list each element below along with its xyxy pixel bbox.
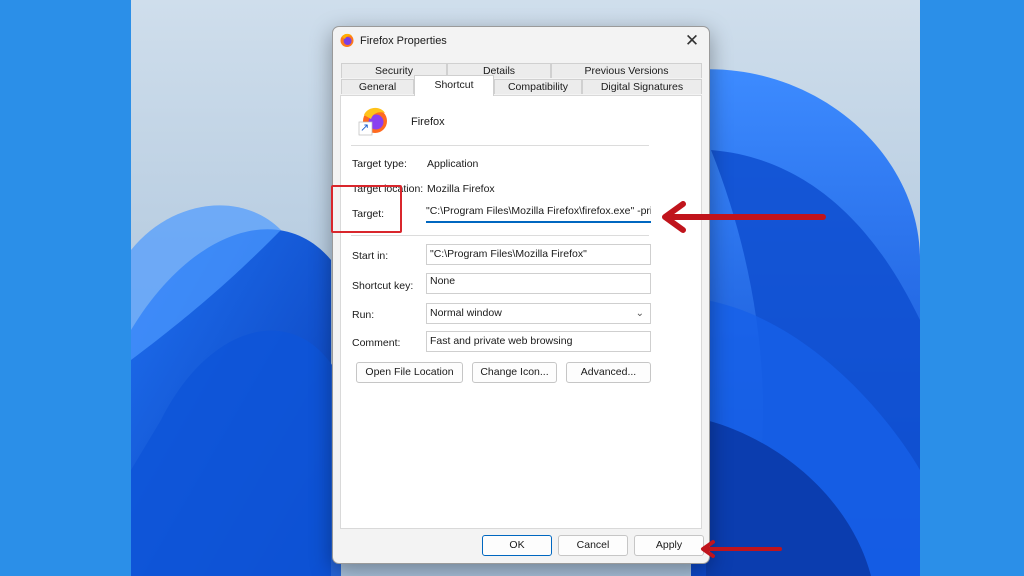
shortcut-arrow-icon: ↗ xyxy=(360,122,370,134)
title-bar[interactable]: Firefox Properties ✕ xyxy=(333,27,709,55)
left-blue-margin xyxy=(0,0,131,576)
target-input-value: "C:\Program Files\Mozilla Firefox\firefo… xyxy=(426,205,651,217)
dialog-title: Firefox Properties xyxy=(360,35,447,47)
divider xyxy=(351,235,649,236)
tab-shortcut[interactable]: Shortcut xyxy=(414,75,494,96)
right-blue-margin xyxy=(920,0,1024,576)
shortcut-key-input[interactable]: None xyxy=(426,273,651,294)
run-select-value: Normal window xyxy=(430,307,502,319)
cancel-button[interactable]: Cancel xyxy=(558,535,628,556)
start-in-input[interactable]: "C:\Program Files\Mozilla Firefox" xyxy=(426,244,651,265)
target-type-value: Application xyxy=(427,158,479,170)
tab-general[interactable]: General xyxy=(341,79,414,94)
target-arrow-annotation xyxy=(662,201,826,233)
target-type-label: Target type: xyxy=(352,158,407,170)
apply-button[interactable]: Apply xyxy=(634,535,704,556)
target-location-value: Mozilla Firefox xyxy=(427,183,495,195)
advanced-button[interactable]: Advanced... xyxy=(566,362,651,383)
tab-digital-signatures[interactable]: Digital Signatures xyxy=(582,79,702,94)
change-icon-button[interactable]: Change Icon... xyxy=(472,362,557,383)
comment-input[interactable]: Fast and private web browsing xyxy=(426,331,651,352)
target-input[interactable]: "C:\Program Files\Mozilla Firefox\firefo… xyxy=(426,202,651,223)
tab-compatibility[interactable]: Compatibility xyxy=(494,79,582,94)
comment-label: Comment: xyxy=(352,337,401,349)
run-label: Run: xyxy=(352,309,375,321)
close-icon[interactable]: ✕ xyxy=(681,30,703,52)
shortcut-panel: ↗ Firefox Target type: Application Targe… xyxy=(340,95,702,529)
shortcut-key-label: Shortcut key: xyxy=(352,280,414,292)
shortcut-name: Firefox xyxy=(411,116,445,128)
target-highlight-box xyxy=(331,185,402,233)
tab-previous-versions[interactable]: Previous Versions xyxy=(551,63,702,78)
chevron-down-icon: ⌄ xyxy=(635,308,644,319)
open-file-location-button[interactable]: Open File Location xyxy=(356,362,463,383)
app-icon: ↗ xyxy=(358,105,390,137)
ok-button[interactable]: OK xyxy=(482,535,552,556)
apply-arrow-annotation xyxy=(701,540,782,558)
firefox-icon xyxy=(340,33,354,47)
start-in-label: Start in: xyxy=(352,250,389,262)
divider xyxy=(351,145,649,146)
properties-dialog: Firefox Properties ✕ Security Details Pr… xyxy=(332,26,710,564)
run-select[interactable]: Normal window ⌄ xyxy=(426,303,651,324)
